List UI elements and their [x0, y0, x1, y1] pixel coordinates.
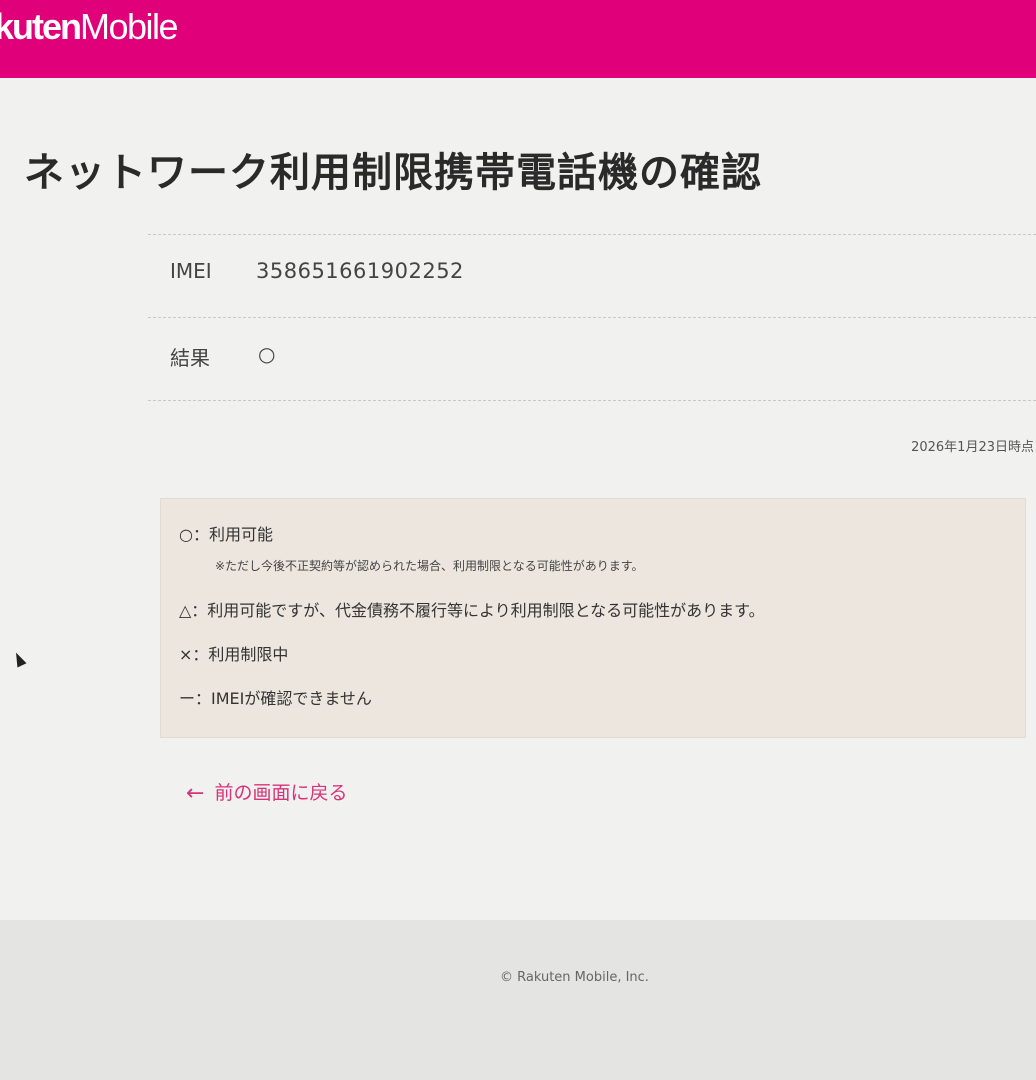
logo-brand-text: kuten — [0, 6, 82, 47]
legend-ok-note: ※ただし今後不正契約等が認められた場合、利用制限となる可能性があります。 — [215, 559, 644, 573]
footer: © Rakuten Mobile, Inc. — [0, 920, 1036, 1080]
imei-row: IMEI 358651661902252 — [148, 234, 1036, 317]
result-label: 結果 — [170, 346, 210, 370]
as-of-date: 2026年1月23日時点 — [911, 440, 1034, 455]
rakuten-mobile-logo[interactable]: kutenMobile — [0, 6, 179, 48]
imei-value: 358651661902252 — [256, 259, 464, 283]
imei-label: IMEI — [170, 259, 212, 283]
result-value: ○ — [258, 342, 276, 366]
legend-ok: ○：利用可能 — [179, 525, 273, 544]
logo-product-text: Mobile — [80, 6, 179, 47]
page-title: ネットワーク利用制限携帯電話機の確認 — [24, 150, 762, 196]
copyright-text: © Rakuten Mobile, Inc. — [500, 970, 649, 985]
legend-box: ○：利用可能 ※ただし今後不正契約等が認められた場合、利用制限となる可能性があり… — [160, 498, 1026, 738]
legend-caution: △：利用可能ですが、代金債務不履行等により利用制限となる可能性があります。 — [179, 601, 765, 620]
legend-unknown: ー：IMEIが確認できません — [179, 689, 372, 708]
header-bar: kutenMobile — [0, 0, 1036, 78]
back-link[interactable]: ← 前の画面に戻る — [186, 778, 347, 806]
result-table: IMEI 358651661902252 結果 ○ — [148, 234, 1036, 401]
arrow-left-icon: ← — [186, 781, 205, 806]
legend-restricted: ×：利用制限中 — [179, 645, 289, 664]
main-content: ネットワーク利用制限携帯電話機の確認 IMEI 358651661902252 … — [0, 78, 1036, 920]
result-row: 結果 ○ — [148, 317, 1036, 401]
back-link-label: 前の画面に戻る — [214, 782, 348, 804]
